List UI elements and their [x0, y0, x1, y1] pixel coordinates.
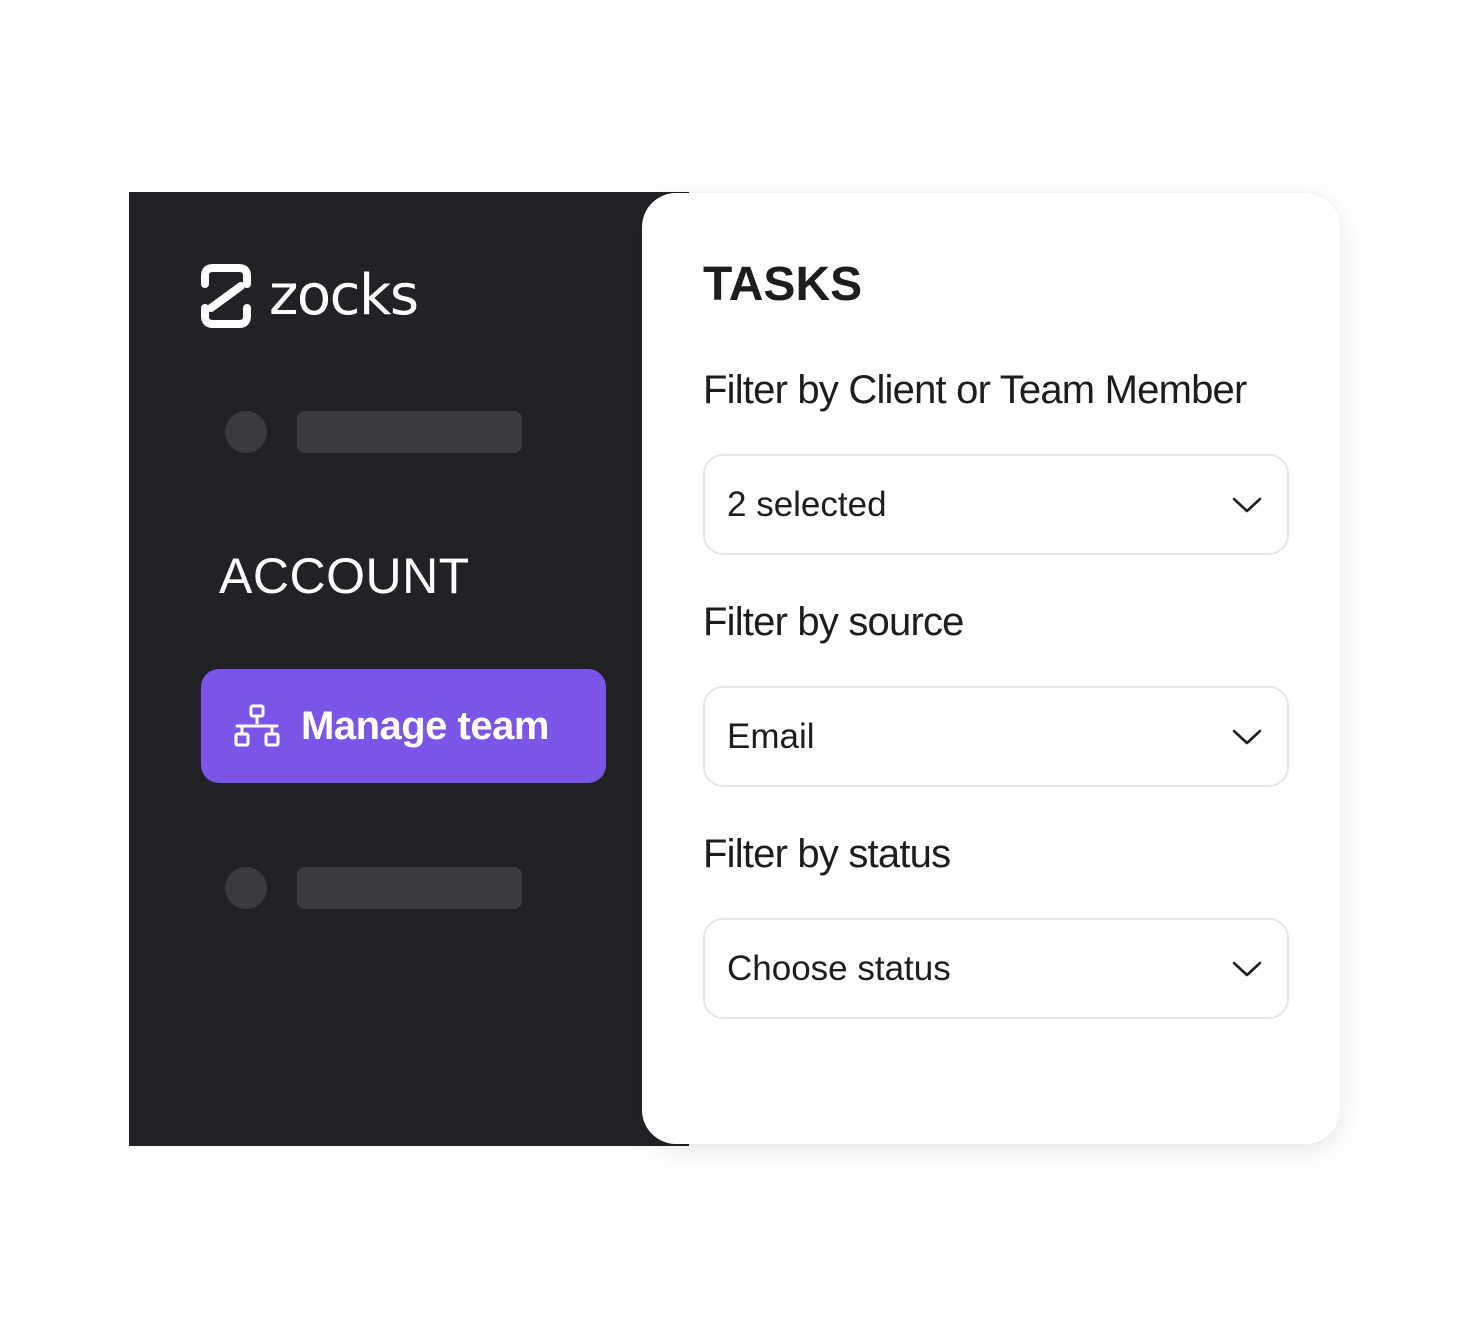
chevron-down-icon [1232, 961, 1262, 976]
placeholder-bar [297, 867, 522, 909]
panel-title: TASKS [703, 258, 863, 311]
filter-label-status: Filter by status [703, 832, 951, 876]
select-value: 2 selected [727, 484, 887, 524]
select-value: Choose status [727, 948, 951, 988]
placeholder-dot [225, 411, 267, 453]
app-stage: zocks ACCOUNT Manage team TASKS Filter b… [0, 0, 1473, 1338]
logo: zocks [201, 263, 419, 328]
select-value: Email [727, 716, 815, 756]
status-select[interactable]: Choose status [703, 918, 1289, 1019]
filter-label-source: Filter by source [703, 600, 964, 644]
chevron-down-icon [1232, 729, 1262, 744]
placeholder-bar [297, 411, 522, 453]
sidebar: zocks ACCOUNT Manage team [129, 192, 689, 1146]
source-select[interactable]: Email [703, 686, 1289, 787]
sidebar-placeholder-item [225, 867, 522, 909]
chevron-down-icon [1232, 497, 1262, 512]
manage-team-label: Manage team [301, 703, 549, 748]
placeholder-dot [225, 867, 267, 909]
filter-label-client-team: Filter by Client or Team Member [703, 368, 1247, 412]
sidebar-placeholder-item [225, 411, 522, 453]
org-chart-icon [234, 704, 280, 747]
client-team-select[interactable]: 2 selected [703, 454, 1289, 555]
section-label-account: ACCOUNT [219, 548, 470, 604]
logo-text: zocks [269, 263, 419, 328]
tasks-panel: TASKS Filter by Client or Team Member 2 … [642, 193, 1340, 1144]
manage-team-button[interactable]: Manage team [201, 669, 606, 783]
zocks-logo-icon [201, 264, 251, 328]
